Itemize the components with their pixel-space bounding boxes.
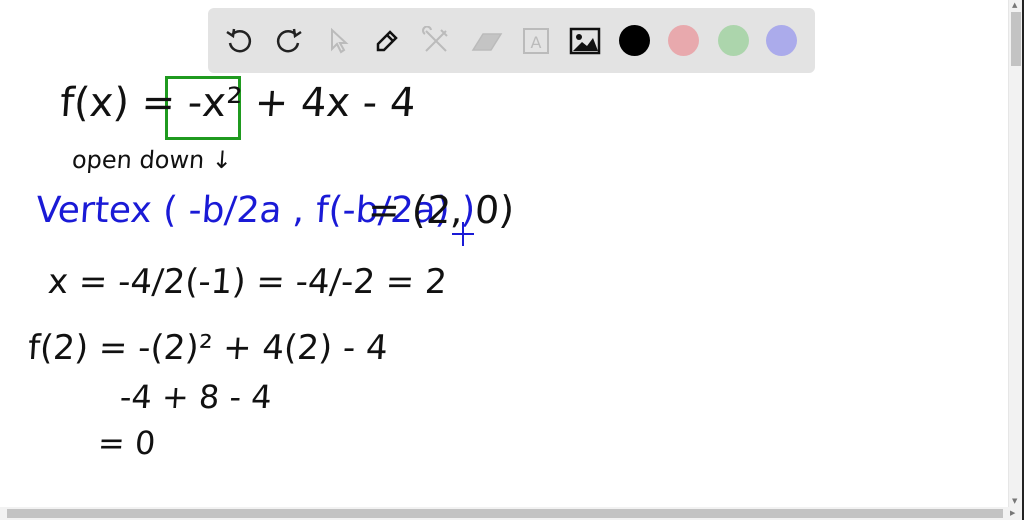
function-definition: f(x) = -x² + 4x - 4	[58, 80, 418, 126]
pen-icon[interactable]	[370, 24, 404, 58]
select-icon[interactable]	[322, 24, 356, 58]
vertex-result: = (2, 0)	[366, 188, 516, 232]
image-icon[interactable]	[568, 24, 602, 58]
color-purple[interactable]	[766, 25, 797, 56]
undo-icon[interactable]	[222, 24, 256, 58]
color-red[interactable]	[668, 25, 699, 56]
horizontal-scrollbar[interactable]: ▶	[0, 507, 1024, 520]
redo-icon[interactable]	[272, 24, 306, 58]
f2-substitution: f(2) = -(2)² + 4(2) - 4	[26, 328, 390, 368]
svg-text:A: A	[531, 33, 542, 52]
tools-icon[interactable]	[419, 24, 453, 58]
vertical-scrollbar[interactable]: ▲ ▼	[1008, 0, 1023, 508]
eraser-icon[interactable]	[470, 24, 504, 58]
f2-simplified: -4 + 8 - 4	[118, 378, 274, 416]
color-green[interactable]	[718, 25, 749, 56]
text-icon[interactable]: A	[519, 24, 553, 58]
f2-result: = 0	[96, 424, 157, 462]
crosshair-cursor-icon	[452, 222, 474, 246]
x-calculation: x = -4/2(-1) = -4/-2 = 2	[46, 262, 449, 302]
drawing-toolbar: A	[208, 8, 815, 73]
color-black[interactable]	[619, 25, 650, 56]
horizontal-scroll-thumb[interactable]	[7, 509, 1003, 518]
vertical-scroll-thumb[interactable]	[1011, 12, 1021, 66]
open-down-note: open down ↓	[71, 146, 234, 174]
